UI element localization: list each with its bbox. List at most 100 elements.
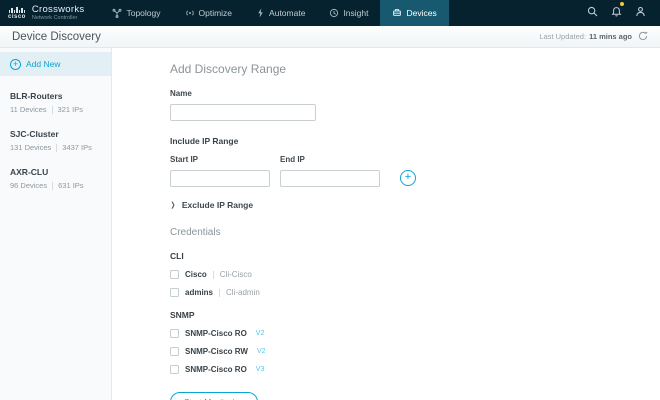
snmp-version-badge: V2 (256, 348, 266, 355)
cli-credential-row: Cisco Cli-Cisco (170, 270, 660, 279)
nav-item-label: Devices (406, 8, 437, 18)
group-ips: 321 IPs (57, 105, 83, 114)
insight-icon (329, 8, 339, 18)
snmp-cisco-ro-v3-checkbox[interactable] (170, 365, 179, 374)
last-updated-label: Last Updated: (539, 32, 587, 41)
start-ip-label: Start IP (170, 155, 199, 164)
name-input[interactable] (170, 104, 316, 121)
brand: cisco Crossworks Network Controller (0, 0, 94, 26)
group-ips: 631 IPs (58, 181, 84, 190)
divider (52, 181, 54, 190)
credential-detail: Cli-Cisco (219, 270, 252, 279)
cli-credential-row: admins Cli-admin (170, 288, 660, 297)
add-ip-range-button[interactable]: + (400, 170, 416, 186)
start-ip-input[interactable] (170, 170, 270, 187)
add-new-button[interactable]: + Add New (0, 52, 111, 76)
end-ip-label: End IP (280, 155, 305, 164)
automate-icon (256, 8, 265, 18)
cisco-logo-bars (8, 6, 26, 13)
exclude-ip-range-label: Exclude IP Range (181, 200, 254, 210)
refresh-icon[interactable] (638, 31, 648, 43)
notification-dot (620, 2, 624, 6)
name-field-group: Name (170, 89, 660, 121)
credential-name: SNMP-Cisco RO (185, 329, 247, 338)
brand-subtitle: Network Controller (31, 15, 78, 22)
nav-item-optimize[interactable]: Optimize (173, 0, 245, 26)
sidebar-item-axr-clu[interactable]: AXR-CLU 96 Devices 631 IPs (0, 167, 111, 190)
credential-detail: Cli-admin (226, 288, 260, 297)
group-name: SJC-Cluster (10, 129, 59, 139)
page-header: Device Discovery Last Updated: 11 mins a… (0, 26, 660, 48)
group-stats: 11 Devices 321 IPs (10, 105, 101, 114)
group-stats: 96 Devices 631 IPs (10, 181, 101, 190)
nav-item-label: Insight (343, 8, 369, 18)
snmp-credential-row: SNMP-Cisco RW V2 (170, 347, 660, 356)
snmp-cisco-ro-v2-checkbox[interactable] (170, 329, 179, 338)
user-icon[interactable] (635, 4, 646, 22)
group-name: BLR-Routers (10, 91, 63, 101)
cli-admins-checkbox[interactable] (170, 288, 179, 297)
exclude-ip-range-toggle[interactable]: ❯ Exclude IP Range (170, 200, 660, 210)
page-title: Device Discovery (12, 30, 101, 43)
cli-section-title: CLI (170, 251, 184, 261)
divider (56, 143, 58, 152)
include-ip-range-title: Include IP Range (170, 136, 239, 146)
sidebar-item-blr-routers[interactable]: BLR-Routers 11 Devices 321 IPs (0, 91, 111, 114)
cisco-logo-word: cisco (8, 13, 26, 20)
group-ips: 3437 IPs (62, 143, 92, 152)
topology-icon (112, 8, 122, 18)
end-ip-input[interactable] (280, 170, 380, 187)
nav-item-automate[interactable]: Automate (244, 0, 317, 26)
nav-item-label: Automate (269, 8, 306, 18)
primary-nav: Topology Optimize Automate Insight Devic… (100, 0, 449, 26)
page-body: + Add New BLR-Routers 11 Devices 321 IPs… (0, 48, 660, 400)
credential-name: admins (185, 288, 214, 297)
chevron-right-icon: ❯ (170, 202, 176, 209)
end-ip-group: End IP (280, 155, 380, 187)
brand-title: Crossworks (31, 3, 85, 15)
plus-circle-icon: + (10, 58, 21, 70)
nav-item-label: Optimize (198, 8, 233, 18)
group-devices: 131 Devices (10, 143, 52, 152)
snmp-version-badge: V3 (255, 366, 265, 373)
devices-icon (392, 8, 402, 18)
nav-item-insight[interactable]: Insight (317, 0, 380, 26)
divider (51, 105, 53, 114)
discovery-sidebar: + Add New BLR-Routers 11 Devices 321 IPs… (0, 48, 112, 400)
credential-name: Cisco (185, 270, 207, 279)
form-title: Add Discovery Range (170, 62, 287, 76)
cisco-logo-icon: cisco (8, 6, 26, 20)
group-devices: 96 Devices (10, 181, 48, 190)
top-navigation-bar: cisco Crossworks Network Controller Topo… (0, 0, 660, 26)
snmp-credential-row: SNMP-Cisco RO V3 (170, 365, 660, 374)
group-stats: 131 Devices 3437 IPs (10, 143, 101, 152)
brand-text: Crossworks Network Controller (31, 3, 85, 22)
ip-range-row: Start IP End IP + (170, 155, 660, 187)
optimize-icon (185, 8, 195, 18)
name-label: Name (170, 89, 192, 98)
sidebar-item-sjc-cluster[interactable]: SJC-Cluster 131 Devices 3437 IPs (0, 129, 111, 152)
start-ip-group: Start IP (170, 155, 270, 187)
nav-item-topology[interactable]: Topology (100, 0, 172, 26)
notifications-bell-icon[interactable] (611, 2, 624, 22)
snmp-section-title: SNMP (170, 310, 195, 320)
credential-name: SNMP-Cisco RW (185, 347, 248, 356)
divider (219, 288, 221, 297)
start-monitoring-button[interactable]: Start Monitoring (170, 392, 258, 400)
snmp-credential-row: SNMP-Cisco RO V2 (170, 329, 660, 338)
nav-item-label: Topology (126, 8, 161, 18)
snmp-version-badge: V2 (255, 330, 265, 337)
credentials-title: Credentials (170, 227, 221, 238)
group-devices: 11 Devices (10, 105, 47, 114)
cli-cisco-checkbox[interactable] (170, 270, 179, 279)
group-name: AXR-CLU (10, 167, 49, 177)
divider (212, 270, 214, 279)
snmp-cisco-rw-v2-checkbox[interactable] (170, 347, 179, 356)
add-discovery-range-form: Add Discovery Range Name Include IP Rang… (112, 48, 660, 400)
last-updated: Last Updated: 11 mins ago (539, 31, 648, 43)
search-icon[interactable] (587, 4, 598, 22)
credential-name: SNMP-Cisco RO (185, 365, 247, 374)
last-updated-value: 11 mins ago (589, 32, 632, 41)
add-new-label: Add New (26, 59, 61, 69)
nav-item-devices[interactable]: Devices (380, 0, 449, 26)
